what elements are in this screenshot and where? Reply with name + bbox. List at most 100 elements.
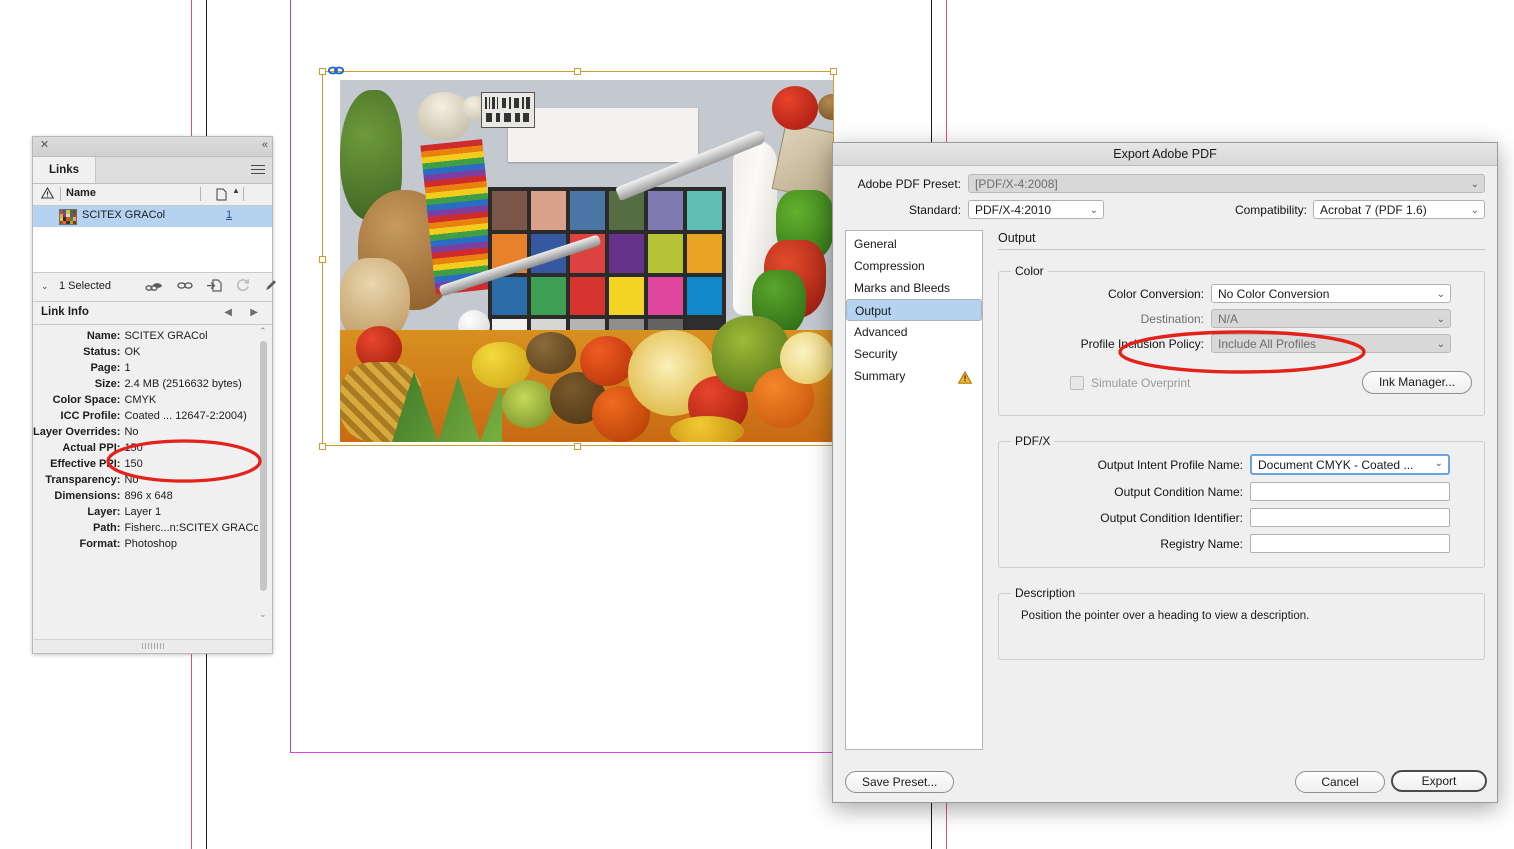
link-info-row: Layer Overrides: No bbox=[33, 424, 262, 440]
simulate-overprint-label: Simulate Overprint bbox=[1091, 375, 1191, 390]
link-info-key: Transparency: bbox=[45, 474, 121, 486]
prev-link-icon[interactable]: ◀ bbox=[224, 307, 232, 318]
output-condition-identifier-label: Output Condition Identifier: bbox=[1100, 510, 1243, 525]
link-info-row: Effective PPI: 150 bbox=[33, 456, 262, 472]
dialog-nav-item-marks-and-bleeds[interactable]: Marks and Bleeds bbox=[846, 277, 982, 299]
destination-value: N/A bbox=[1218, 312, 1239, 326]
output-condition-identifier-input[interactable] bbox=[1250, 508, 1450, 527]
dialog-nav-label: Compression bbox=[854, 259, 925, 273]
link-info-row: Color Space: CMYK bbox=[33, 392, 262, 408]
frame-handle-bc[interactable] bbox=[574, 443, 581, 450]
link-info-key: Effective PPI: bbox=[50, 458, 121, 470]
dialog-nav-item-security[interactable]: Security bbox=[846, 343, 982, 365]
output-intent-profile-name-label: Output Intent Profile Name: bbox=[1097, 457, 1243, 472]
output-intent-profile-name-value: Document CMYK - Coated ... bbox=[1258, 458, 1414, 472]
description-group: Description Position the pointer over a … bbox=[998, 586, 1485, 660]
link-info-scrollbar[interactable]: ⌃ ⌄ bbox=[258, 325, 269, 622]
ink-manager-button[interactable]: Ink Manager... bbox=[1361, 371, 1472, 394]
link-page-number[interactable]: 1 bbox=[226, 209, 232, 221]
frame-handle-bl[interactable] bbox=[319, 443, 326, 450]
tab-links[interactable]: Links bbox=[33, 157, 97, 183]
chevron-down-icon: ⌄ bbox=[1470, 205, 1479, 216]
link-info-key: Layer Overrides: bbox=[33, 426, 121, 438]
update-link-icon[interactable] bbox=[207, 278, 222, 295]
scroll-down-icon[interactable]: ⌄ bbox=[259, 609, 267, 620]
export-button[interactable]: Export bbox=[1391, 770, 1487, 792]
compatibility-dropdown[interactable]: Acrobat 7 (PDF 1.6) ⌄ bbox=[1313, 200, 1485, 219]
compatibility-label: Compatibility: bbox=[1234, 202, 1307, 217]
scrollbar-thumb[interactable] bbox=[260, 341, 267, 591]
standard-dropdown[interactable]: PDF/X-4:2010 ⌄ bbox=[968, 200, 1104, 219]
link-info-title: Link Info bbox=[41, 306, 89, 318]
frame-handle-tl[interactable] bbox=[319, 68, 326, 75]
link-info-key: Path: bbox=[92, 522, 121, 534]
color-conversion-label: Color Conversion: bbox=[1107, 286, 1204, 301]
collapse-panel-icon[interactable]: « bbox=[262, 139, 268, 152]
simulate-overprint-checkbox bbox=[1070, 375, 1084, 390]
color-group-legend: Color bbox=[1015, 264, 1044, 278]
placed-image-frame[interactable] bbox=[319, 66, 837, 450]
frame-handle-tr[interactable] bbox=[830, 68, 837, 75]
pane-title: Output bbox=[998, 231, 1036, 245]
dialog-nav-list[interactable]: General Compression Marks and Bleeds Output… bbox=[845, 230, 983, 750]
dialog-nav-item-output[interactable]: Output bbox=[846, 299, 982, 321]
standard-label: Standard: bbox=[908, 202, 961, 217]
save-preset-button[interactable]: Save Preset... bbox=[845, 771, 955, 793]
links-horizontal-scrollbar[interactable] bbox=[34, 639, 272, 652]
chevron-down-icon: ⌄ bbox=[1470, 179, 1479, 190]
compatibility-value: Acrobat 7 (PDF 1.6) bbox=[1320, 203, 1427, 217]
goto-link-icon[interactable] bbox=[177, 280, 193, 294]
registry-name-input[interactable] bbox=[1250, 534, 1450, 553]
link-info-key: Format: bbox=[79, 538, 121, 550]
column-header-name[interactable]: Name bbox=[66, 187, 96, 199]
close-icon[interactable]: ✕ bbox=[39, 140, 50, 151]
links-selection-bar: ⌄ 1 Selected bbox=[33, 273, 276, 302]
output-intent-profile-name-dropdown[interactable]: Document CMYK - Coated ... ⌄ bbox=[1250, 454, 1450, 475]
color-conversion-dropdown[interactable]: No Color Conversion ⌄ bbox=[1211, 284, 1451, 303]
output-condition-name-input[interactable] bbox=[1250, 482, 1450, 501]
next-link-icon[interactable]: ▶ bbox=[250, 307, 258, 318]
links-list[interactable]: SCITEX GRACol 1 bbox=[33, 206, 272, 273]
dialog-nav-item-advanced[interactable]: Advanced bbox=[846, 321, 982, 343]
relink-icon[interactable] bbox=[145, 279, 163, 295]
dialog-nav-label: Security bbox=[854, 347, 898, 361]
description-text: Position the pointer over a heading to v… bbox=[1021, 610, 1310, 622]
edit-original-icon[interactable] bbox=[264, 278, 278, 295]
frame-handle-ml[interactable] bbox=[319, 256, 326, 263]
link-info-value: 150 bbox=[124, 442, 143, 454]
profile-inclusion-policy-dropdown[interactable]: Include All Profiles ⌄ bbox=[1211, 334, 1451, 353]
disclosure-icon[interactable]: ⌄ bbox=[41, 281, 49, 292]
panel-menu-icon[interactable] bbox=[251, 165, 265, 175]
link-info-value: Fisherc...n:SCITEX GRACol bbox=[124, 522, 262, 534]
link-info-value: OK bbox=[124, 346, 141, 358]
warning-column-icon bbox=[40, 186, 55, 202]
dialog-nav-item-general[interactable]: General bbox=[846, 233, 982, 255]
link-name[interactable]: SCITEX GRACol bbox=[82, 209, 165, 221]
sort-arrow-icon[interactable]: ▲ bbox=[232, 186, 240, 195]
frame-handle-tc[interactable] bbox=[574, 68, 581, 75]
refresh-icon[interactable] bbox=[236, 278, 250, 295]
link-info-key: Page: bbox=[90, 362, 121, 374]
dialog-title: Export Adobe PDF bbox=[833, 143, 1497, 166]
warning-icon bbox=[957, 369, 973, 391]
destination-label: Destination: bbox=[1140, 311, 1204, 326]
link-info-value: 1 bbox=[124, 362, 131, 374]
dialog-nav-label: Summary bbox=[854, 369, 906, 383]
link-info-key: Dimensions: bbox=[54, 490, 121, 502]
scroll-up-icon[interactable]: ⌃ bbox=[259, 326, 267, 337]
link-info-value: 150 bbox=[124, 458, 143, 470]
link-info-row: Layer: Layer 1 bbox=[33, 504, 262, 520]
export-adobe-pdf-dialog[interactable]: Export Adobe PDF Adobe PDF Preset: [PDF/… bbox=[832, 142, 1498, 803]
resize-grip[interactable] bbox=[142, 643, 166, 649]
dialog-nav-item-compression[interactable]: Compression bbox=[846, 255, 982, 277]
links-panel-titlebar: ✕ « bbox=[33, 137, 272, 157]
list-item[interactable]: SCITEX GRACol 1 bbox=[33, 206, 272, 227]
dialog-nav-label: Advanced bbox=[854, 325, 908, 339]
dialog-nav-item-summary[interactable]: Summary bbox=[846, 365, 982, 387]
cancel-button[interactable]: Cancel bbox=[1295, 771, 1385, 793]
preset-dropdown[interactable]: [PDF/X-4:2008] ⌄ bbox=[968, 174, 1485, 193]
link-badge-icon[interactable] bbox=[328, 66, 344, 75]
link-info-row: Name: SCITEX GRACol bbox=[33, 328, 262, 344]
link-info-value: Coated ... 12647-2:2004) bbox=[124, 410, 247, 422]
links-panel[interactable]: ✕ « Links Name ▲ SCITEX GRACol 1 ⌄ 1 Sel… bbox=[32, 136, 276, 654]
